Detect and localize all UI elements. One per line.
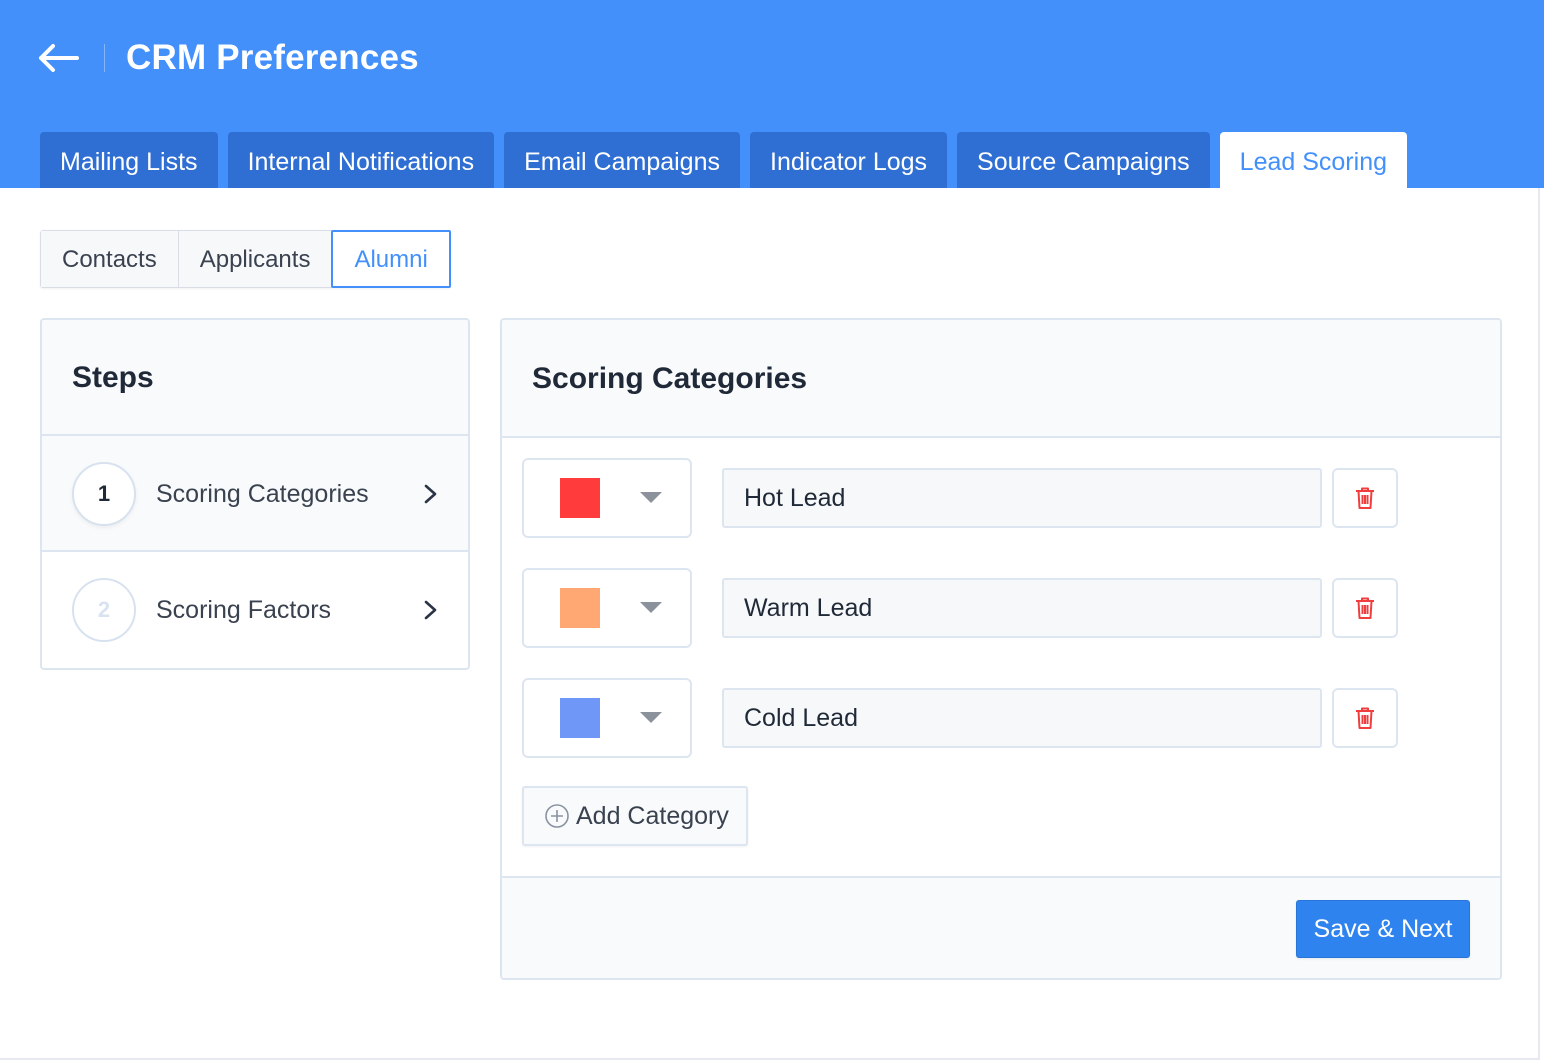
step-number: 1 [72, 462, 136, 526]
tab-bar: Mailing Lists Internal Notifications Ema… [40, 132, 1407, 188]
delete-category-button[interactable] [1332, 578, 1398, 638]
color-swatch [560, 698, 600, 738]
tab-email-campaigns[interactable]: Email Campaigns [504, 132, 740, 188]
tab-indicator-logs[interactable]: Indicator Logs [750, 132, 948, 188]
color-swatch [560, 588, 600, 628]
step-scoring-factors[interactable]: 2 Scoring Factors [42, 552, 468, 668]
segment-alumni[interactable]: Alumni [331, 230, 451, 288]
category-name-input[interactable] [722, 578, 1322, 638]
scoring-categories-panel: Scoring Categories Hot Lead Warm Lead Co… [500, 318, 1502, 980]
color-picker-dropdown[interactable] [522, 458, 692, 538]
header-divider [104, 44, 105, 72]
categories-panel-footer: Save & Next [502, 876, 1500, 978]
step-label: Scoring Factors [156, 596, 332, 624]
tab-mailing-lists[interactable]: Mailing Lists [40, 132, 218, 188]
chevron-right-icon [424, 600, 437, 620]
steps-panel: Steps 1 Scoring Categories 2 Scoring Fac… [40, 318, 470, 670]
tab-source-campaigns[interactable]: Source Campaigns [957, 132, 1210, 188]
category-row [522, 458, 1402, 538]
caret-down-icon [640, 602, 662, 613]
category-row [522, 678, 1402, 758]
caret-down-icon [640, 712, 662, 723]
save-and-next-button[interactable]: Save & Next [1296, 900, 1470, 958]
color-picker-dropdown[interactable] [522, 678, 692, 758]
categories-title: Scoring Categories [532, 362, 808, 395]
back-button[interactable] [36, 38, 80, 78]
arrow-left-icon [39, 44, 79, 72]
step-scoring-categories[interactable]: 1 Scoring Categories [42, 436, 468, 552]
trash-icon [1356, 707, 1374, 729]
tab-internal-notifications[interactable]: Internal Notifications [227, 132, 495, 188]
segment-applicants[interactable]: Applicants [178, 231, 333, 287]
category-name-input[interactable] [722, 688, 1322, 748]
trash-icon [1356, 487, 1374, 509]
categories-panel-header: Scoring Categories [502, 320, 1500, 438]
steps-panel-header: Steps [42, 320, 468, 436]
tab-lead-scoring[interactable]: Lead Scoring [1219, 132, 1407, 188]
page-title: CRM Preferences [126, 38, 419, 77]
page: CRM Preferences Mailing Lists Internal N… [0, 0, 1544, 1060]
color-swatch [560, 478, 600, 518]
add-category-label: Add Category [576, 801, 729, 830]
trash-icon [1356, 597, 1374, 619]
add-category-button[interactable]: Add Category [522, 786, 748, 846]
delete-category-button[interactable] [1332, 468, 1398, 528]
record-type-segmented-control: Contacts Applicants Alumni [40, 230, 451, 288]
color-picker-dropdown[interactable] [522, 568, 692, 648]
step-number: 2 [72, 578, 136, 642]
steps-title: Steps [72, 361, 154, 394]
segment-contacts[interactable]: Contacts [41, 231, 179, 287]
caret-down-icon [640, 492, 662, 503]
step-label: Scoring Categories [156, 480, 369, 508]
plus-circle-icon [545, 804, 569, 828]
app-header: CRM Preferences Mailing Lists Internal N… [0, 0, 1544, 188]
delete-category-button[interactable] [1332, 688, 1398, 748]
chevron-right-icon [424, 484, 437, 504]
category-row [522, 568, 1402, 648]
category-name-input[interactable] [722, 468, 1322, 528]
